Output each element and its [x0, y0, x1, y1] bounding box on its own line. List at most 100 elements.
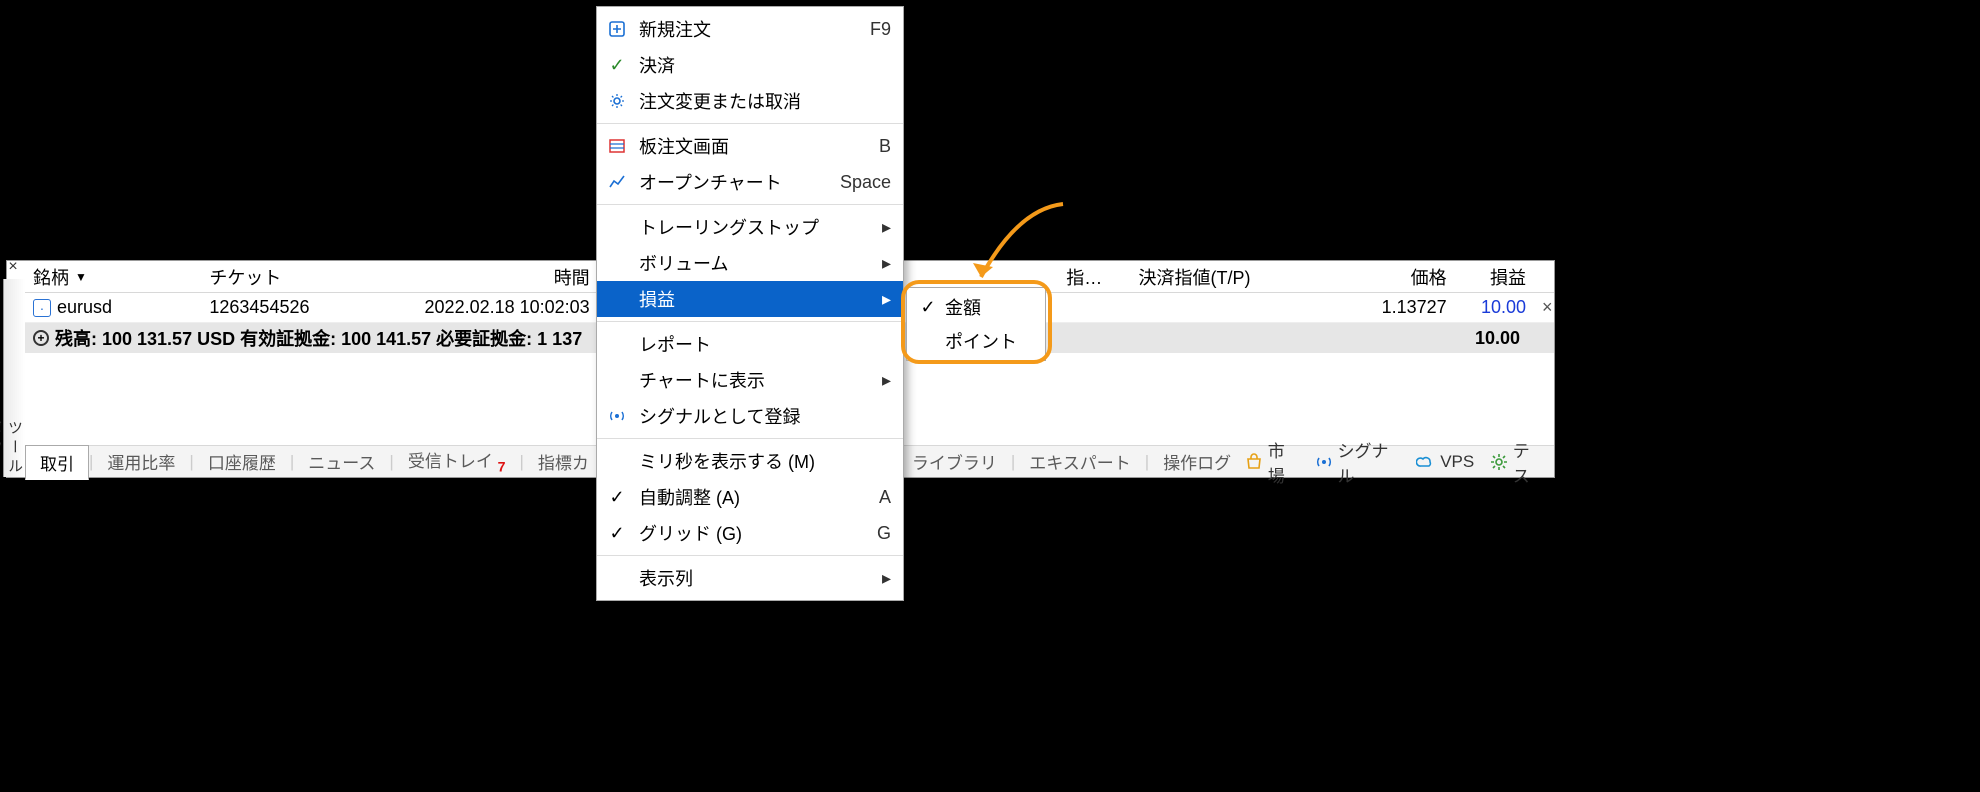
svc-vps[interactable]: VPS [1416, 452, 1474, 472]
row-close-button[interactable]: × [1534, 293, 1554, 322]
col-symbol-label: 銘柄 [33, 264, 69, 290]
tab-trade[interactable]: 取引 [25, 445, 89, 480]
mi-trailing-label: トレーリングストップ [639, 214, 882, 240]
mi-close-label: 決済 [639, 52, 891, 78]
depth-icon [605, 137, 629, 155]
checkmark-icon: ✓ [605, 523, 629, 544]
mi-new-order-label: 新規注文 [639, 16, 860, 42]
mi-report[interactable]: レポート [597, 326, 903, 362]
cell-price: 1.13727 [1276, 293, 1454, 322]
mi-ms-label: ミリ秒を表示する (M) [639, 448, 891, 474]
tab-library[interactable]: ライブラリ [898, 445, 1011, 478]
mi-depth-shortcut: B [879, 136, 891, 157]
checkmark-icon: ✓ [917, 297, 939, 318]
mi-depth[interactable]: 板注文画面 B [597, 128, 903, 164]
summary-pl: 10.00 [1448, 324, 1528, 353]
mi-auto-shortcut: A [879, 487, 891, 508]
services-links: 市場 シグナル VPS テス [1245, 437, 1554, 487]
mi-auto-label: 自動調整 (A) [639, 484, 869, 510]
mi-modify[interactable]: 注文変更または取消 [597, 83, 903, 119]
expand-summary-icon[interactable]: + [33, 330, 49, 346]
tab-history[interactable]: 口座履歴 [194, 445, 290, 478]
mi-chart[interactable]: オープンチャート Space [597, 164, 903, 200]
mi-report-label: レポート [639, 331, 891, 357]
mi-chart-label: オープンチャート [639, 169, 830, 195]
col-actions [1534, 273, 1554, 281]
cell-sl [1058, 304, 1113, 312]
cloud-icon [1416, 454, 1434, 470]
mi-profit[interactable]: 損益 ▸ [597, 281, 903, 317]
submenu-arrow-icon: ▸ [882, 370, 891, 391]
col-ticket[interactable]: チケット [201, 260, 369, 294]
smi-points-label: ポイント [945, 328, 1017, 354]
mi-volumes[interactable]: ボリューム ▸ [597, 245, 903, 281]
check-icon: ✓ [605, 55, 629, 76]
panel-title: ツールボックス [3, 279, 25, 477]
position-type-icon: · [33, 299, 51, 317]
mi-signal-label: シグナルとして登録 [639, 403, 891, 429]
smi-money[interactable]: ✓ 金額 [907, 290, 1045, 324]
col-pl[interactable]: 損益 [1455, 260, 1534, 294]
svc-tester[interactable]: テス [1490, 437, 1544, 487]
submenu-arrow-icon: ▸ [882, 289, 891, 310]
col-price[interactable]: 価格 [1276, 260, 1454, 294]
cell-time: 2022.02.18 10:02:03 [370, 293, 598, 322]
profit-submenu: ✓ 金額 ポイント [906, 287, 1046, 361]
mi-grid-shortcut: G [877, 523, 891, 544]
mi-profit-label: 損益 [639, 286, 882, 312]
gear-icon [605, 92, 629, 110]
mi-new-order[interactable]: 新規注文 F9 [597, 11, 903, 47]
signal-icon [1315, 453, 1332, 471]
mi-new-order-shortcut: F9 [870, 19, 891, 40]
svc-signals[interactable]: シグナル [1315, 437, 1400, 487]
context-menu: 新規注文 F9 ✓ 決済 注文変更または取消 板注文画面 B オープンチャート … [596, 6, 904, 601]
tab-experts[interactable]: エキスパート [1015, 445, 1145, 478]
mi-volumes-label: ボリューム [639, 250, 882, 276]
sort-indicator-icon: ▼ [75, 270, 87, 284]
submenu-arrow-icon: ▸ [882, 253, 891, 274]
mi-milliseconds[interactable]: ミリ秒を表示する (M) [597, 443, 903, 479]
mi-modify-label: 注文変更または取消 [639, 88, 891, 114]
summary-text: 残高: 100 131.57 USD 有効証拠金: 100 141.57 必要証… [55, 325, 582, 351]
mi-show-on-label: チャートに表示 [639, 367, 882, 393]
mi-show-on-chart[interactable]: チャートに表示 ▸ [597, 362, 903, 398]
col-tp[interactable]: 決済指値(T/P) [1113, 260, 1277, 294]
mi-close[interactable]: ✓ 決済 [597, 47, 903, 83]
mi-columns-label: 表示列 [639, 565, 882, 591]
svc-market-label: 市場 [1268, 437, 1299, 487]
cell-ticket: 1263454526 [201, 293, 369, 322]
mi-grid[interactable]: ✓ グリッド (G) G [597, 515, 903, 551]
submenu-arrow-icon: ▸ [882, 568, 891, 589]
cell-tp [1113, 304, 1277, 312]
mi-trailing[interactable]: トレーリングストップ ▸ [597, 209, 903, 245]
chart-icon [605, 173, 629, 191]
gear-icon [1490, 453, 1507, 471]
col-sl[interactable]: 指値(... [1058, 260, 1113, 294]
svc-tester-label: テス [1513, 437, 1544, 487]
checkmark-icon: ✓ [605, 487, 629, 508]
cell-pl: 10.00 [1455, 293, 1534, 322]
mi-auto-arrange[interactable]: ✓ 自動調整 (A) A [597, 479, 903, 515]
tab-news[interactable]: ニュース [294, 445, 389, 478]
col-time[interactable]: 時間 [370, 260, 598, 294]
col-symbol[interactable]: 銘柄 ▼ [25, 260, 201, 294]
smi-points[interactable]: ポイント [907, 324, 1045, 358]
tab-calendar[interactable]: 指標カ [524, 445, 603, 478]
tab-mailbox[interactable]: 受信トレイ 7 [394, 443, 520, 479]
svc-market[interactable]: 市場 [1245, 437, 1299, 487]
tab-mailbox-label: 受信トレイ [408, 452, 493, 471]
mi-depth-label: 板注文画面 [639, 133, 869, 159]
mailbox-badge: 7 [498, 460, 506, 476]
mi-register-signal[interactable]: シグナルとして登録 [597, 398, 903, 434]
panel-close-button[interactable]: × [4, 260, 22, 278]
tab-exposure[interactable]: 運用比率 [93, 445, 189, 478]
signal-icon [605, 407, 629, 425]
svc-signals-label: シグナル [1338, 437, 1401, 487]
mi-chart-shortcut: Space [840, 172, 891, 193]
cell-symbol: · eurusd [25, 293, 201, 322]
bag-icon [1245, 453, 1262, 471]
tab-journal[interactable]: 操作ログ [1149, 445, 1245, 478]
mi-columns[interactable]: 表示列 ▸ [597, 560, 903, 596]
submenu-arrow-icon: ▸ [882, 217, 891, 238]
new-order-icon [605, 20, 629, 38]
